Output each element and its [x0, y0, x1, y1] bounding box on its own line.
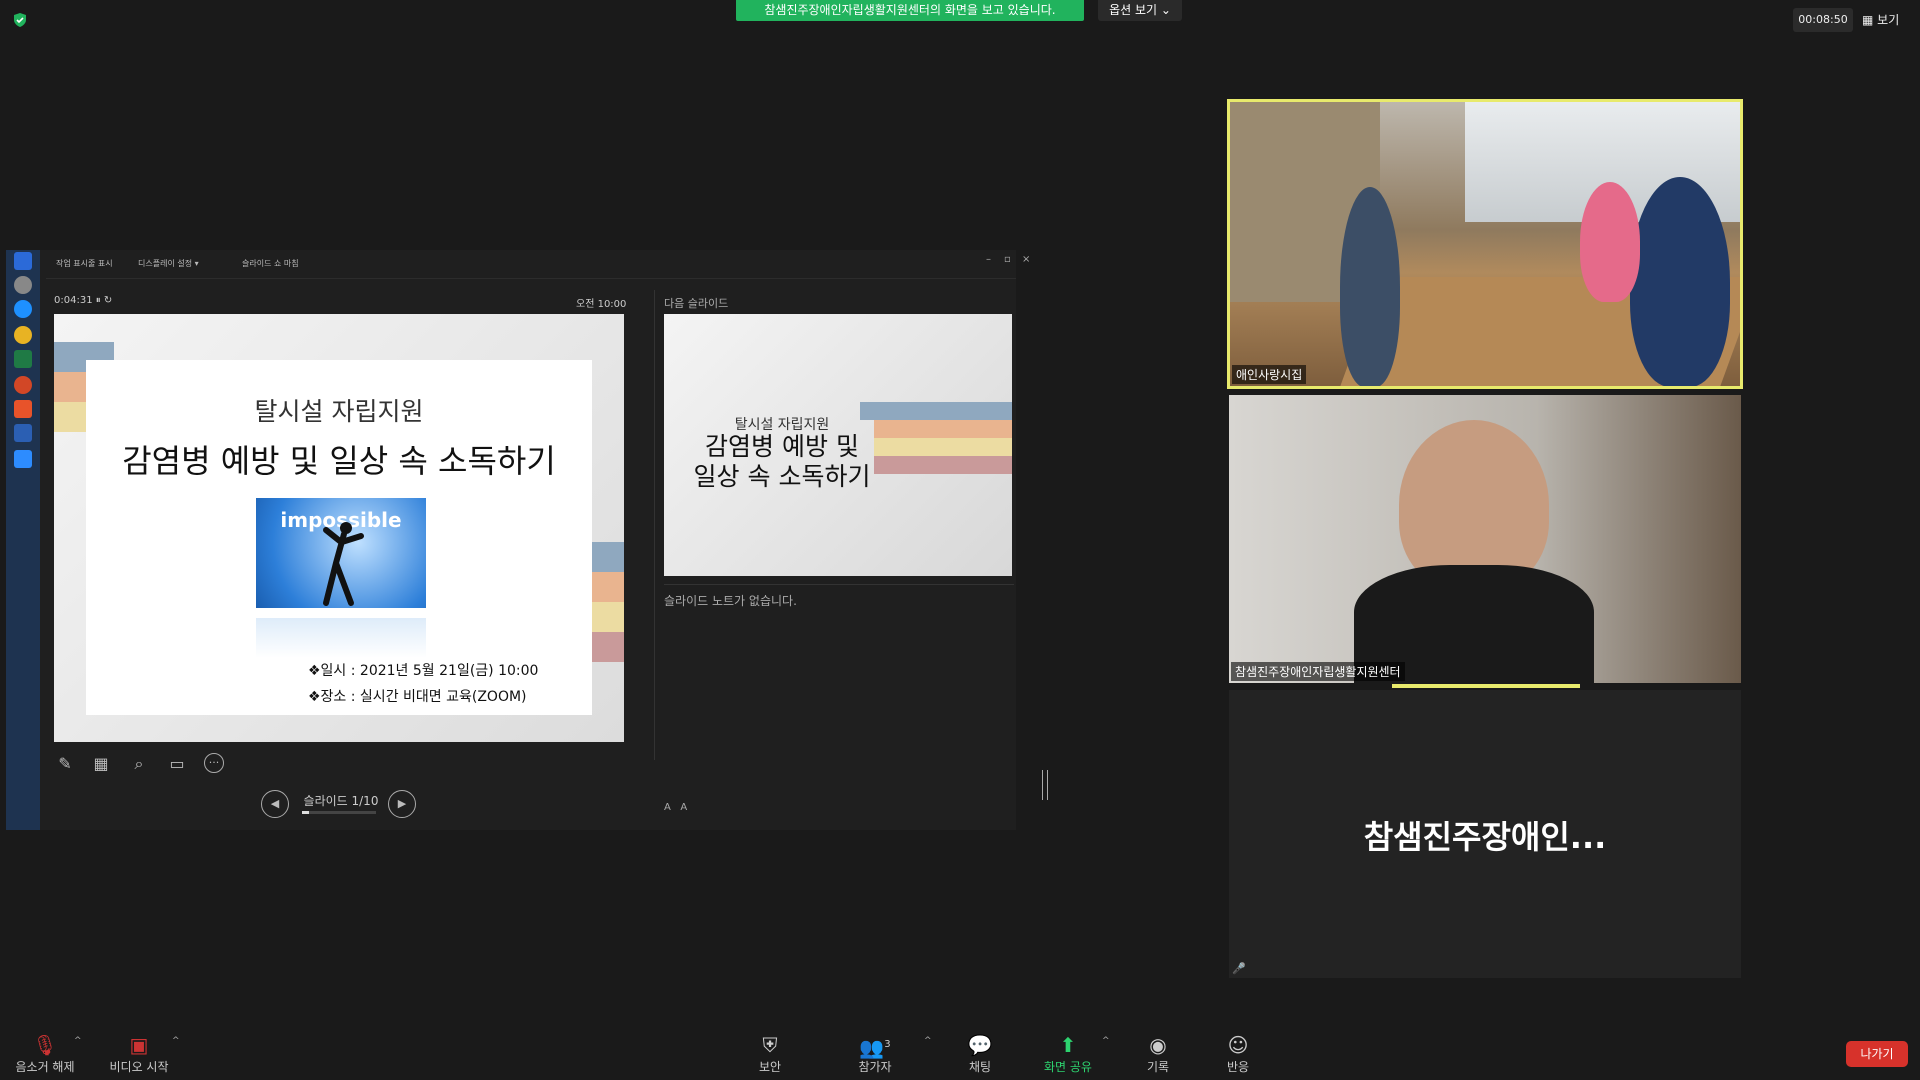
security-button[interactable]: ⛨ 보안	[750, 1032, 790, 1075]
panel-resize-handle[interactable]	[1042, 770, 1048, 800]
more-options-icon[interactable]: ···	[204, 753, 224, 773]
slide-image: impossible	[256, 498, 426, 608]
next-slide-title: 감염병 예방 및 일상 속 소독하기	[693, 432, 871, 491]
meeting-controls-bar: 🎙 음소거 해제 ^ ▣ 비디오 시작 ^ ⛨ 보안 👥3 참가자 ^ 💬 채팅 ⬆ 화면 …	[0, 1030, 1920, 1080]
slide-progress-fill	[302, 811, 310, 814]
slide-counter: 슬라이드 1/10	[303, 794, 379, 808]
chrome-icon[interactable]	[14, 326, 32, 344]
office-icon[interactable]	[14, 400, 32, 418]
pushing-figure-icon	[323, 522, 364, 606]
slide-progress-bar	[302, 811, 376, 814]
muted-mic-icon: 🎙	[32, 1033, 58, 1057]
speaker-notes: 슬라이드 노트가 없습니다.	[664, 594, 797, 608]
video-options-caret[interactable]: ^	[172, 1036, 180, 1046]
person	[1340, 187, 1400, 386]
screen-share-banner: 참샘진주장애인자립생활지원센터의 화면을 보고 있습니다.	[736, 0, 1084, 21]
share-options-caret[interactable]: ^	[1102, 1036, 1110, 1046]
restore-icon[interactable]: ▫	[1004, 254, 1011, 265]
excel-icon[interactable]	[14, 350, 32, 368]
next-slide-preview: 탈시설 자립지원 감염병 예방 및 일상 속 소독하기	[664, 314, 1012, 576]
clock: 오전 10:00	[576, 299, 627, 310]
unmute-button[interactable]: 🎙 음소거 해제	[10, 1032, 80, 1075]
zoom-magnifier-icon[interactable]: ⌕	[128, 753, 150, 775]
meeting-timer: 00:08:50	[1793, 8, 1853, 32]
chat-button[interactable]: 💬 채팅	[960, 1032, 1000, 1075]
windows-start-icon[interactable]	[14, 252, 32, 270]
reactions-button[interactable]: ☺ 반응	[1220, 1032, 1256, 1075]
word-icon[interactable]	[14, 424, 32, 442]
video-tile-3[interactable]: 참샘진주장애인...	[1229, 690, 1741, 978]
presenter-toolbar: 작업 표시줄 표시 디스플레이 설정 ▾ 슬라이드 쇼 마침 – ▫ ×	[46, 250, 1030, 279]
video-tile-1[interactable]: 애인사랑시집	[1227, 99, 1743, 389]
participants-options-caret[interactable]: ^	[924, 1036, 932, 1046]
slide-subtitle: 탈시설 자립지원	[254, 397, 424, 426]
participants-button[interactable]: 👥3 참가자	[850, 1032, 900, 1075]
black-screen-icon[interactable]: ▭	[166, 753, 188, 775]
close-icon[interactable]: ×	[1022, 254, 1030, 265]
current-slide: 탈시설 자립지원 감염병 예방 및 일상 속 소독하기 impossible ❖…	[54, 314, 624, 742]
security-shield-icon	[14, 13, 26, 27]
muted-mic-icon: 🎤	[1232, 962, 1246, 975]
zoom-app-icon[interactable]	[14, 450, 32, 468]
minimize-icon[interactable]: –	[986, 254, 991, 265]
app-icon[interactable]	[14, 276, 32, 294]
elapsed-time: 0:04:31 ⏸ ↻	[54, 295, 113, 306]
slide-date: ❖일시 : 2021년 5월 21일(금) 10:00	[308, 663, 539, 679]
view-layout-button[interactable]: ▦ 보기	[1862, 10, 1912, 30]
start-video-button[interactable]: ▣ 비디오 시작	[104, 1032, 174, 1075]
notes-font-size-buttons[interactable]: A A	[664, 802, 687, 813]
video-off-icon: ▣	[129, 1033, 149, 1057]
next-slide-button[interactable]: ▶	[388, 790, 416, 818]
active-speaker-indicator	[1392, 684, 1580, 688]
end-slideshow-button[interactable]: 슬라이드 쇼 마침	[242, 258, 299, 269]
display-settings-button[interactable]: 디스플레이 설정 ▾	[138, 258, 199, 269]
next-slide-subtitle: 탈시설 자립지원	[734, 417, 830, 433]
record-button[interactable]: ◉ 기록	[1140, 1032, 1176, 1075]
audio-options-caret[interactable]: ^	[74, 1036, 82, 1046]
slide-content: 탈시설 자립지원 감염병 예방 및 일상 속 소독하기 impossible ❖…	[86, 360, 592, 715]
video-tile-2[interactable]: 참샘진주장애인자립생활지원센터	[1229, 395, 1741, 683]
person	[1580, 182, 1640, 302]
view-options-button[interactable]: 옵션 보기 ⌄	[1098, 0, 1182, 21]
participant-name: 참샘진주장애인...	[1363, 818, 1607, 856]
column-divider[interactable]	[654, 290, 655, 760]
shield-icon: ⛨	[762, 1033, 778, 1057]
pen-icon[interactable]: ✎	[54, 753, 76, 775]
next-slide-label: 다음 슬라이드	[664, 297, 729, 310]
all-slides-icon[interactable]: ▦	[90, 753, 112, 775]
shared-screen: 작업 표시줄 표시 디스플레이 설정 ▾ 슬라이드 쇼 마침 – ▫ × 0:0…	[6, 250, 1048, 830]
participant-name-label: 참샘진주장애인자립생활지원센터	[1231, 662, 1405, 681]
person	[1630, 177, 1730, 386]
powerpoint-icon[interactable]	[14, 376, 32, 394]
chat-icon: 💬	[967, 1033, 993, 1057]
show-taskbar-button[interactable]: 작업 표시줄 표시	[56, 258, 113, 269]
windows-taskbar	[6, 250, 40, 830]
participants-icon: 👥3	[859, 1035, 891, 1060]
slide-title: 감염병 예방 및 일상 속 소독하기	[122, 442, 556, 480]
share-screen-button[interactable]: ⬆ 화면 공유	[1040, 1032, 1096, 1075]
slide-image-reflection	[256, 618, 426, 658]
share-screen-icon: ⬆	[1059, 1033, 1077, 1057]
previous-slide-button[interactable]: ◀	[261, 790, 289, 818]
participant-name-label: 애인사랑시집	[1232, 365, 1307, 384]
leave-meeting-button[interactable]: 나가기	[1846, 1041, 1908, 1067]
reaction-smiley-icon: ☺	[1227, 1033, 1249, 1057]
ie-icon[interactable]	[14, 300, 32, 318]
slide-place: ❖장소 : 실시간 비대면 교육(ZOOM)	[308, 689, 527, 705]
record-icon: ◉	[1149, 1033, 1167, 1057]
